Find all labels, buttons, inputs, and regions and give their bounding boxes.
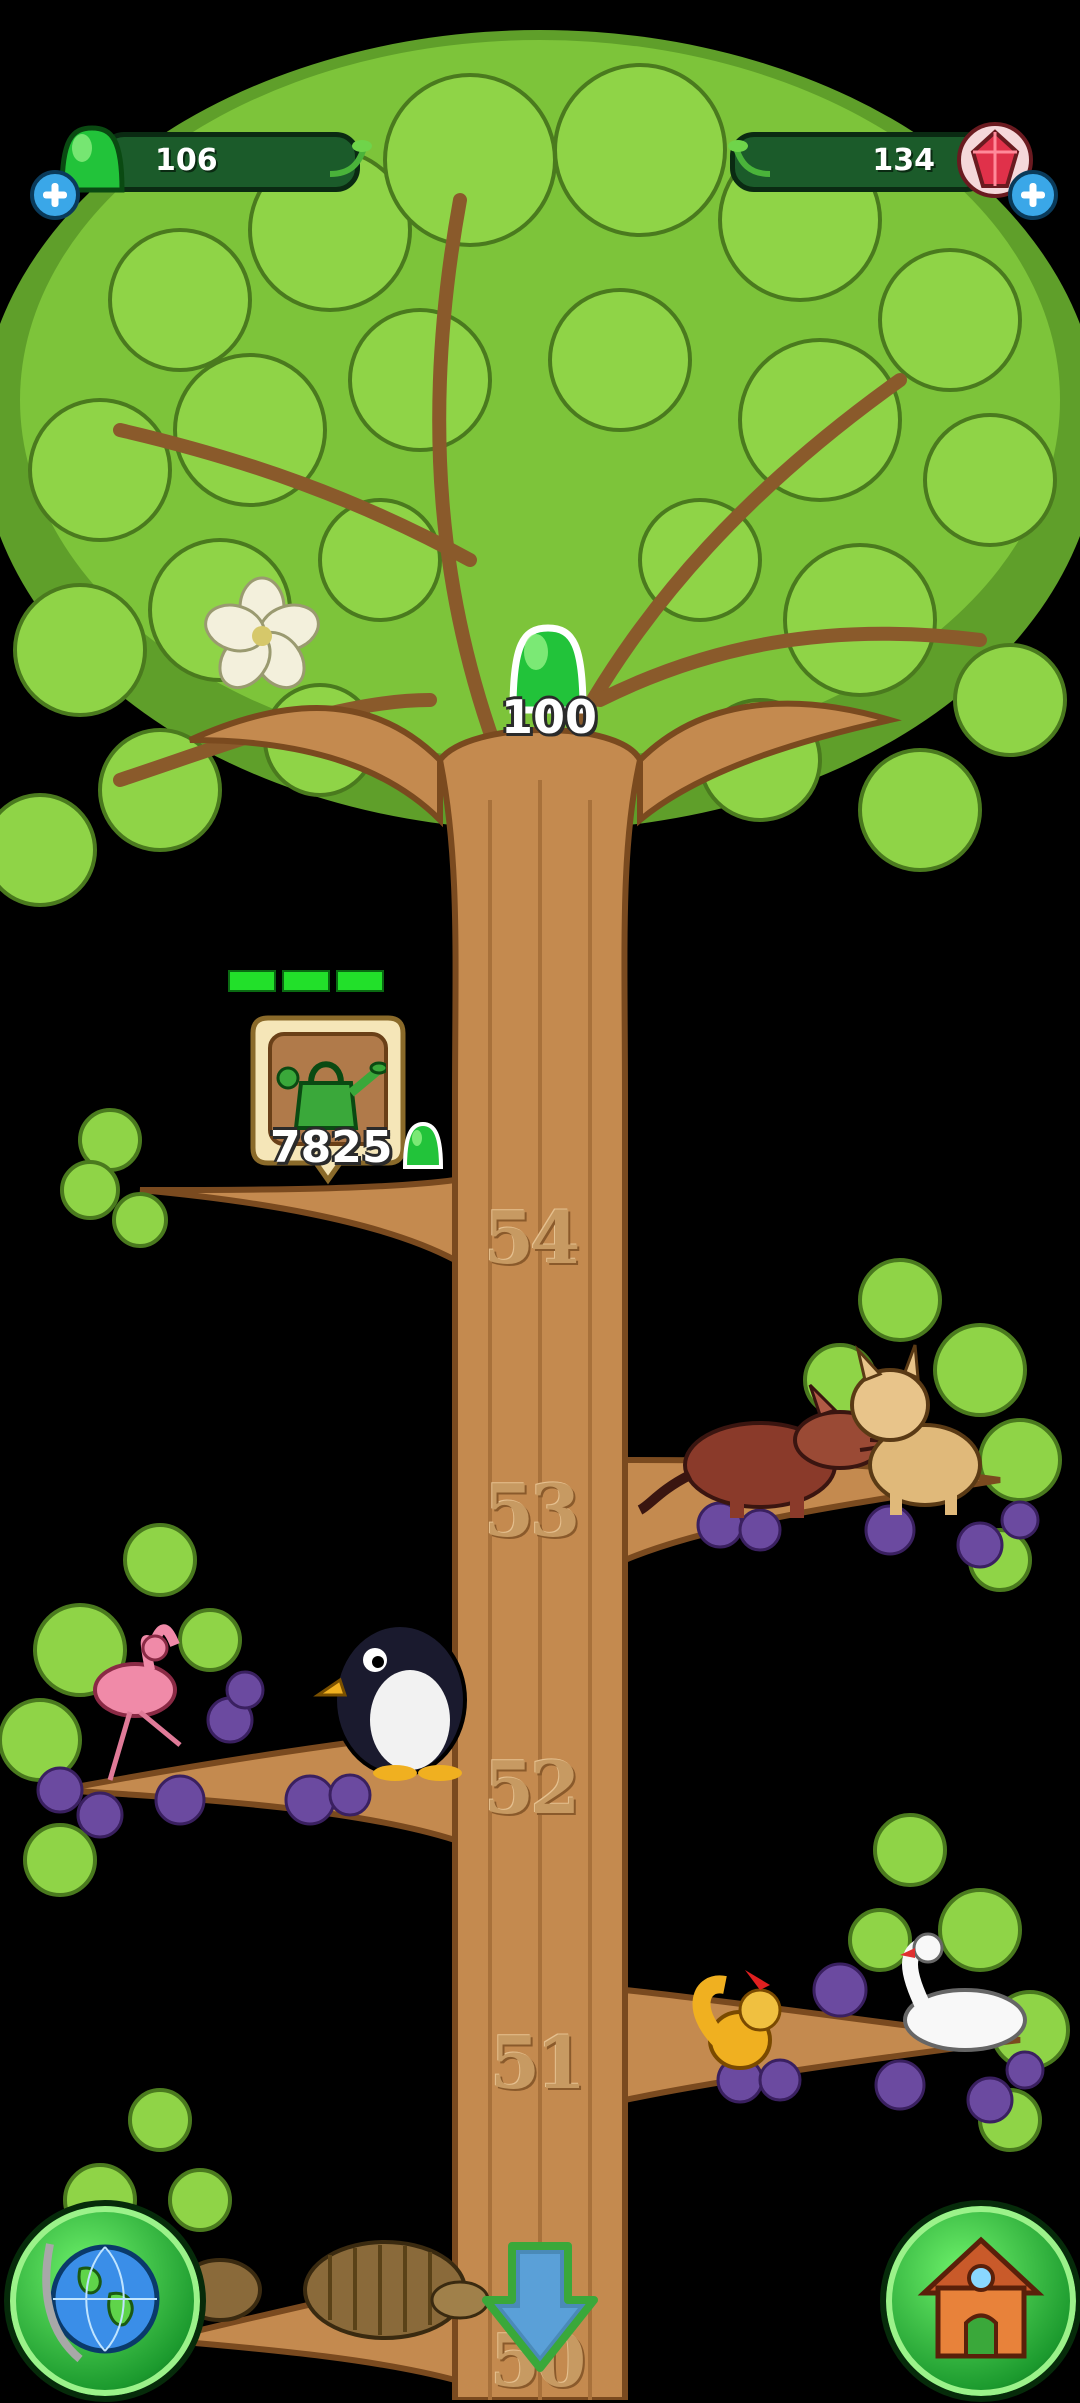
gumdrop-counter[interactable]: 106 xyxy=(30,120,372,220)
scroll-down-button[interactable] xyxy=(478,2238,602,2378)
progress-segment xyxy=(228,970,276,992)
level-number-54: 54 xyxy=(484,1195,580,1280)
top-reward[interactable]: 100 xyxy=(495,620,605,750)
home-button[interactable] xyxy=(880,2200,1080,2402)
globe-icon xyxy=(42,2243,160,2363)
top-reward-amount: 100 xyxy=(501,690,598,744)
gumdrop-count: 106 xyxy=(155,143,218,178)
gem-count: 134 xyxy=(872,143,935,178)
progress-segment xyxy=(336,970,384,992)
quest-progress-bar xyxy=(228,970,384,992)
quest-cost: 7825 xyxy=(270,1122,393,1173)
add-gems-button[interactable] xyxy=(1008,170,1058,220)
vine-icon xyxy=(728,140,771,177)
gem-counter[interactable]: 134 xyxy=(728,120,1058,220)
world-map-button[interactable] xyxy=(4,2200,206,2402)
down-arrow-icon xyxy=(482,2242,598,2372)
progress-segment xyxy=(282,970,330,992)
level-number-51: 51 xyxy=(490,2020,586,2105)
house-icon xyxy=(917,2236,1045,2359)
watering-quest[interactable]: 7825 xyxy=(228,970,458,1190)
level-number-53: 53 xyxy=(484,1468,580,1553)
add-gumdrops-button[interactable] xyxy=(30,170,80,220)
green-gumdrop-icon xyxy=(402,1121,444,1169)
level-number-52: 52 xyxy=(484,1745,580,1830)
vine-icon xyxy=(329,140,372,177)
